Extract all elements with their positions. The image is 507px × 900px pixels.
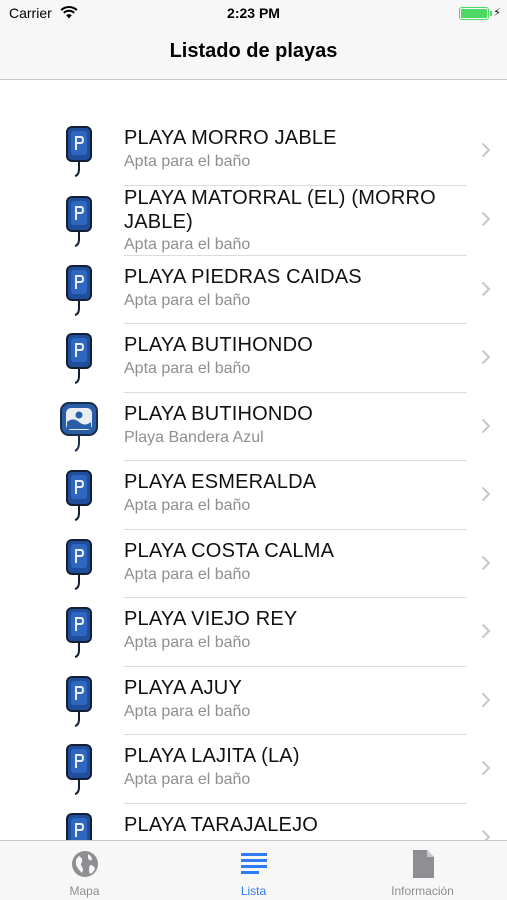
bathing-pin-icon xyxy=(66,744,92,795)
list-item[interactable]: PLAYA BUTIHONDO Apta para el baño xyxy=(0,324,507,393)
beach-name: PLAYA COSTA CALMA xyxy=(124,539,335,562)
tab-informacion[interactable]: Información xyxy=(338,841,507,900)
chevron-right-icon xyxy=(481,418,491,433)
list-icon xyxy=(240,853,267,874)
chevron-right-icon xyxy=(481,281,491,296)
beach-status: Apta para el baño xyxy=(124,153,251,170)
chevron-right-icon xyxy=(481,829,491,840)
list-item[interactable]: PLAYA TARAJALEJO xyxy=(0,804,507,840)
list-item[interactable]: PLAYA MORRO JABLE Apta para el baño xyxy=(0,117,507,186)
bathing-pin-icon xyxy=(66,675,92,727)
list-item[interactable]: PLAYA PIEDRAS CAIDAS Apta para el baño xyxy=(0,256,507,324)
status-bar: Carrier 2:23 PM ⚡ xyxy=(0,0,507,28)
beach-name: PLAYA ESMERALDA xyxy=(124,471,317,493)
beach-name: PLAYA AJUY xyxy=(124,676,242,699)
chevron-right-icon xyxy=(481,692,491,707)
bathing-pin-icon xyxy=(66,607,92,658)
beach-name: PLAYA LAJITA (LA) xyxy=(124,745,300,767)
list-item[interactable]: PLAYA COSTA CALMA Apta para el baño xyxy=(0,530,507,598)
bathing-pin-icon xyxy=(66,195,92,247)
beach-name: PLAYA VIEJO REY xyxy=(124,608,298,630)
beach-name: PLAYA MATORRAL (EL) (MORRO JABLE) xyxy=(124,186,436,233)
tab-mapa[interactable]: Mapa xyxy=(0,841,169,900)
beach-name: PLAYA BUTIHONDO xyxy=(124,402,313,425)
bathing-pin-icon xyxy=(66,538,92,590)
chevron-right-icon xyxy=(481,142,491,158)
beach-status: Apta para el baño xyxy=(124,702,251,720)
bathing-pin-icon xyxy=(66,812,92,840)
battery-tip xyxy=(490,11,492,16)
page-title: Listado de playas xyxy=(169,40,338,62)
list-item[interactable]: PLAYA AJUY Apta para el baño xyxy=(0,667,507,735)
tab-bar: Mapa Lista Información xyxy=(0,840,507,900)
beach-status: Apta para el baño xyxy=(124,771,251,788)
chevron-right-icon xyxy=(481,555,491,570)
beach-status: Apta para el baño xyxy=(124,565,251,583)
beach-name: PLAYA PIEDRAS CAIDAS xyxy=(124,265,362,288)
beach-list[interactable]: PLAYA MORRO JABLE Apta para el baño PLAY… xyxy=(0,117,507,840)
chevron-right-icon xyxy=(481,623,491,639)
navigation-bar: Listado de playas xyxy=(0,28,507,80)
bathing-pin-icon xyxy=(66,264,92,316)
chevron-right-icon xyxy=(481,349,491,365)
bathing-pin-icon xyxy=(66,470,92,521)
battery-icon xyxy=(459,7,489,20)
list-item[interactable]: PLAYA ESMERALDA Apta para el baño xyxy=(0,461,507,530)
beach-status: Apta para el baño xyxy=(124,235,251,253)
blue-flag-pin-icon xyxy=(60,401,98,452)
beach-status: Apta para el baño xyxy=(124,360,251,377)
list-item[interactable]: PLAYA LAJITA (LA) Apta para el baño xyxy=(0,735,507,804)
globe-icon xyxy=(71,851,98,877)
list-item[interactable]: PLAYA MATORRAL (EL) (MORRO JABLE) Apta p… xyxy=(0,186,507,256)
beach-status: Apta para el baño xyxy=(124,634,251,651)
beach-name: PLAYA TARAJALEJO xyxy=(124,813,319,836)
clock: 2:23 PM xyxy=(227,5,280,21)
tab-label: Mapa xyxy=(69,884,100,898)
bathing-pin-icon xyxy=(66,126,92,177)
tab-label: Lista xyxy=(240,884,267,898)
list-item[interactable]: PLAYA BUTIHONDO Playa Bandera Azul xyxy=(0,393,507,461)
tab-lista[interactable]: Lista xyxy=(169,841,338,900)
beach-name: PLAYA BUTIHONDO xyxy=(124,334,313,356)
bolt-icon: ⚡ xyxy=(493,7,501,19)
list-item[interactable]: PLAYA VIEJO REY Apta para el baño xyxy=(0,598,507,667)
chevron-right-icon xyxy=(481,211,491,226)
beach-status: Apta para el baño xyxy=(124,291,251,309)
document-icon xyxy=(412,850,434,878)
beach-name: PLAYA MORRO JABLE xyxy=(124,127,337,149)
beach-status: Playa Bandera Azul xyxy=(124,428,264,446)
tab-label: Información xyxy=(391,884,454,898)
chevron-right-icon xyxy=(481,486,491,502)
bathing-pin-icon xyxy=(66,333,92,384)
chevron-right-icon xyxy=(481,760,491,776)
beach-status: Apta para el baño xyxy=(124,497,251,514)
